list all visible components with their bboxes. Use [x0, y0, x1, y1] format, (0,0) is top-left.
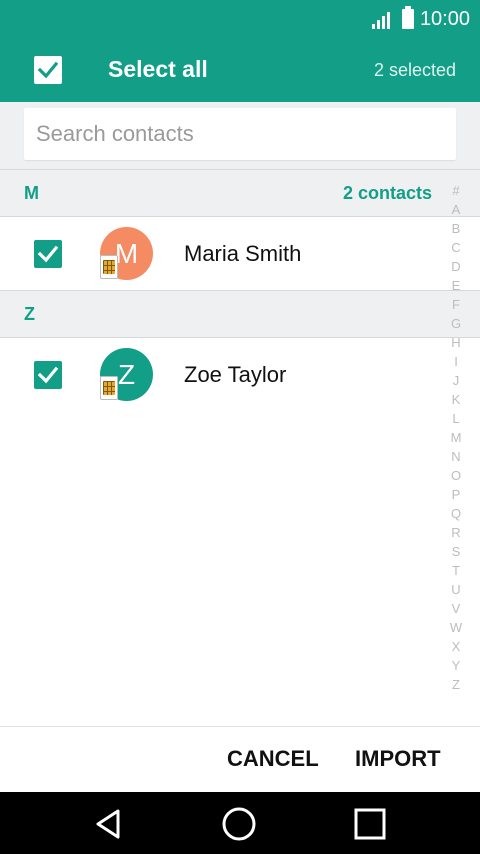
battery-icon — [401, 6, 414, 29]
alphabet-index-letter[interactable]: A — [452, 200, 461, 219]
section-letter: Z — [24, 304, 35, 324]
status-icons: 10:00 — [371, 0, 470, 38]
checkmark-icon — [37, 61, 59, 79]
alphabet-index-letter[interactable]: L — [452, 409, 459, 428]
alphabet-index-letter[interactable]: T — [452, 561, 460, 580]
alphabet-index-letter[interactable]: I — [454, 352, 458, 371]
status-time: 10:00 — [419, 7, 470, 30]
contact-row-zoe-taylor[interactable]: Z Zoe Taylor — [0, 338, 440, 411]
checkmark-icon — [37, 245, 59, 263]
home-icon[interactable] — [219, 804, 259, 844]
back-icon[interactable] — [88, 804, 128, 844]
select-all-checkbox[interactable] — [34, 56, 62, 84]
signal-icon — [371, 9, 392, 29]
alphabet-index-letter[interactable]: W — [450, 618, 462, 637]
alphabet-index-letter[interactable]: K — [452, 390, 461, 409]
navigation-bar — [0, 792, 480, 854]
cancel-button[interactable]: CANCEL — [227, 746, 319, 772]
search-input[interactable] — [24, 108, 456, 160]
alphabet-index-letter[interactable]: C — [451, 238, 460, 257]
select-all-label[interactable]: Select all — [108, 56, 208, 83]
contact-checkbox[interactable] — [34, 240, 62, 268]
alphabet-index-letter[interactable]: # — [452, 181, 459, 200]
sim-card-icon — [100, 376, 118, 400]
section-letter: M — [24, 183, 39, 203]
alphabet-index-letter[interactable]: Y — [452, 656, 461, 675]
alphabet-index[interactable]: # A B C D E F G H I J K L M N O P Q R S T U V W X Y Z — [448, 181, 464, 694]
status-bar: 10:00 — [0, 0, 480, 38]
alphabet-index-letter[interactable]: E — [452, 276, 461, 295]
checkmark-icon — [37, 366, 59, 384]
contact-name: Zoe Taylor — [184, 362, 287, 387]
search-container — [0, 102, 480, 169]
alphabet-index-letter[interactable]: B — [452, 219, 461, 238]
contact-name: Maria Smith — [184, 241, 302, 266]
divider — [0, 726, 480, 727]
recents-icon[interactable] — [350, 804, 390, 844]
avatar-initial: M — [114, 237, 139, 269]
avatar-initial: Z — [117, 358, 136, 390]
contact-row-maria-smith[interactable]: M Maria Smith — [0, 217, 440, 290]
alphabet-index-letter[interactable]: M — [451, 428, 462, 447]
alphabet-index-letter[interactable]: S — [452, 542, 461, 561]
alphabet-index-letter[interactable]: Z — [452, 675, 460, 694]
alphabet-index-letter[interactable]: V — [452, 599, 461, 618]
alphabet-index-letter[interactable]: D — [451, 257, 460, 276]
alphabet-index-letter[interactable]: J — [453, 371, 460, 390]
alphabet-index-letter[interactable]: G — [451, 314, 461, 333]
alphabet-index-letter[interactable]: F — [452, 295, 460, 314]
alphabet-index-letter[interactable]: H — [451, 333, 460, 352]
alphabet-index-letter[interactable]: P — [452, 485, 461, 504]
app-bar: Select all 2 selected — [0, 38, 480, 102]
section-header-z: Z — [0, 290, 480, 338]
contact-checkbox[interactable] — [34, 361, 62, 389]
alphabet-index-letter[interactable]: O — [451, 466, 461, 485]
selected-count: 2 selected — [373, 60, 456, 80]
search-box — [24, 108, 456, 160]
sim-card-icon — [100, 255, 118, 279]
alphabet-index-letter[interactable]: R — [451, 523, 460, 542]
section-header-m: M 2 contacts — [0, 169, 480, 217]
alphabet-index-letter[interactable]: U — [451, 580, 460, 599]
import-button[interactable]: IMPORT — [355, 746, 441, 772]
alphabet-index-letter[interactable]: X — [452, 637, 461, 656]
alphabet-index-letter[interactable]: N — [451, 447, 460, 466]
section-contact-count: 2 contacts — [342, 183, 432, 203]
alphabet-index-letter[interactable]: Q — [451, 504, 461, 523]
